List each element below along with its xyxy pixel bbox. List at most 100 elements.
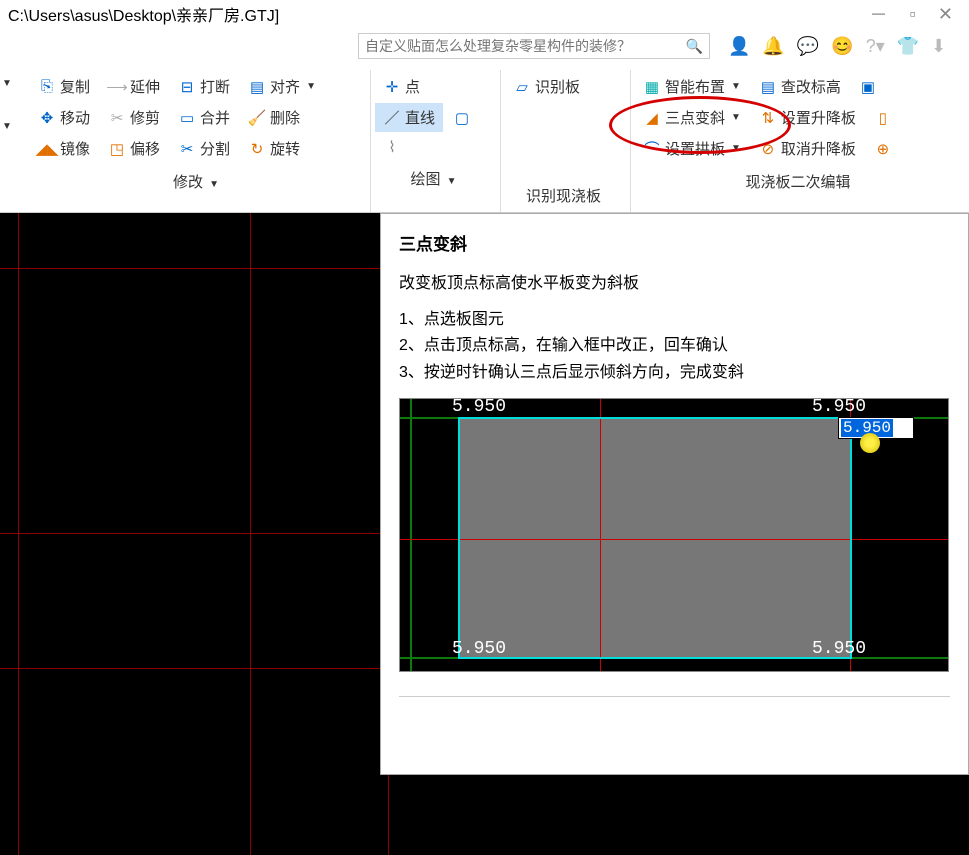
cancel-lift-button[interactable]: ⊘取消升降板 [751, 134, 864, 163]
extra-3-button[interactable]: ⊕ [866, 134, 900, 163]
elev-label-bl: 5.950 [452, 639, 506, 659]
three-point-button[interactable]: ◢三点变斜▼ [635, 103, 749, 132]
trim-icon: ✂ [108, 109, 126, 127]
align-caret-icon: ▼ [306, 81, 316, 92]
quick-access-row: 🔍 👤 🔔 💬 😊 ?▾ 👕 ⬇ [0, 28, 969, 64]
check-elev-icon: ▤ [759, 78, 777, 96]
split-button[interactable]: ✂分割 [170, 134, 238, 163]
cyan-outline [458, 417, 852, 659]
tooltip-desc: 改变板顶点标高使水平板变为斜板 [399, 269, 950, 293]
left-dropdown-column: ▼ ▼ [0, 70, 26, 212]
cancel-lift-icon: ⊘ [759, 140, 777, 158]
chat-icon[interactable]: 💬 [797, 36, 819, 57]
grid-line-v1 [18, 213, 19, 855]
ribbon-group-modify: ⎘复制 ⟶延伸 ⊟打断 ▤对齐▼ ✥移动 ✂修剪 ▭合并 🧹删除 ◢◣镜像 ◳偏… [26, 70, 371, 212]
point-button[interactable]: ✛点 [375, 72, 428, 101]
tooltip-step-1: 1、点选板图元 [399, 307, 950, 333]
align-icon: ▤ [248, 78, 266, 96]
trim-button[interactable]: ✂修剪 [100, 103, 168, 132]
extra-1-icon: ▣ [859, 78, 877, 96]
check-elev-button[interactable]: ▤查改标高 [751, 72, 849, 101]
rotate-button[interactable]: ↻旋转 [240, 134, 308, 163]
tooltip-title: 三点变斜 [399, 230, 950, 255]
elev-label-br: 5.950 [812, 639, 866, 659]
set-lift-button[interactable]: ⇅设置升降板 [751, 103, 864, 132]
slab-edit-group-label: 现浇板二次编辑 [635, 163, 961, 196]
mirror-button[interactable]: ◢◣镜像 [30, 134, 98, 163]
ribbon-group-slab-edit: ▦智能布置▼ ▤查改标高 ▣ ◢三点变斜▼ ⇅设置升降板 ▯ ⌒设置拱板▼ ⊘取… [631, 70, 969, 212]
move-icon: ✥ [38, 109, 56, 127]
cursor-indicator [860, 433, 880, 453]
offset-icon: ◳ [108, 140, 126, 158]
ribbon: ▼ ▼ ⎘复制 ⟶延伸 ⊟打断 ▤对齐▼ ✥移动 ✂修剪 ▭合并 🧹删除 ◢◣镜… [0, 64, 969, 213]
tooltip-step-2: 2、点击顶点标高，在输入框中改正，回车确认 [399, 333, 950, 359]
bell-icon[interactable]: 🔔 [762, 36, 784, 57]
set-arch-caret-icon: ▼ [731, 143, 741, 154]
smart-place-icon: ▦ [643, 78, 661, 96]
search-box[interactable]: 🔍 [358, 33, 710, 59]
minimize-icon[interactable]: － [870, 1, 888, 27]
rotate-icon: ↻ [248, 140, 266, 158]
ribbon-group-draw: ✛点 ／直线 ▢ ⌇ 绘图 ▼ [371, 70, 501, 212]
draw-group-label: 绘图 ▼ [375, 160, 492, 193]
break-button[interactable]: ⊟打断 [170, 72, 238, 101]
merge-button[interactable]: ▭合并 [170, 103, 238, 132]
grid-line-v2 [250, 213, 251, 855]
rect-icon: ▢ [453, 109, 471, 127]
offset-button[interactable]: ◳偏移 [100, 134, 168, 163]
restore-icon[interactable]: ▫ [910, 4, 916, 25]
elev-label-tl: 5.950 [452, 397, 506, 417]
copy-icon: ⎘ [38, 78, 56, 96]
search-input[interactable] [365, 38, 686, 54]
green-line-left [410, 399, 412, 671]
tooltip-separator [399, 696, 950, 697]
dropdown-2[interactable]: ▼ [2, 121, 26, 132]
tooltip-steps: 1、点选板图元 2、点击顶点标高，在输入框中改正，回车确认 3、按逆时针确认三点… [399, 307, 950, 386]
merge-icon: ▭ [178, 109, 196, 127]
set-arch-button[interactable]: ⌒设置拱板▼ [635, 134, 749, 163]
line-button[interactable]: ／直线 [375, 103, 443, 132]
skin-icon[interactable]: 👕 [897, 36, 919, 57]
polyline-button[interactable]: ⌇ [375, 134, 409, 160]
extend-button[interactable]: ⟶延伸 [100, 72, 168, 101]
search-icon[interactable]: 🔍 [686, 38, 703, 55]
recognize-icon: ▱ [513, 78, 531, 96]
title-bar: C:\Users\asus\Desktop\亲亲厂房.GTJ] － ▫ ✕ [0, 0, 969, 28]
face-icon[interactable]: 😊 [831, 36, 853, 57]
elev-label-tr: 5.950 [812, 397, 866, 417]
move-button[interactable]: ✥移动 [30, 103, 98, 132]
user-icon[interactable]: 👤 [728, 36, 750, 57]
three-point-caret-icon: ▼ [731, 112, 741, 123]
ribbon-group-recognize: ▱识别板 识别现浇板 [501, 70, 631, 212]
break-icon: ⊟ [178, 78, 196, 96]
delete-icon: 🧹 [248, 109, 266, 127]
smart-place-caret-icon: ▼ [731, 81, 741, 92]
three-point-icon: ◢ [643, 109, 661, 127]
modify-group-label: 修改 ▼ [30, 163, 362, 196]
close-icon[interactable]: ✕ [938, 4, 953, 25]
extra-2-icon: ▯ [874, 109, 892, 127]
recognize-group-label: 识别现浇板 [505, 177, 622, 210]
tooltip-step-3: 3、按逆时针确认三点后显示倾斜方向，完成变斜 [399, 360, 950, 386]
extra-1-button[interactable]: ▣ [851, 72, 885, 101]
point-icon: ✛ [383, 78, 401, 96]
mirror-icon: ◢◣ [38, 140, 56, 158]
window-controls: － ▫ ✕ [870, 1, 961, 27]
recognize-slab-button[interactable]: ▱识别板 [505, 72, 588, 101]
window-title: C:\Users\asus\Desktop\亲亲厂房.GTJ] [8, 2, 279, 26]
extra-2-button[interactable]: ▯ [866, 103, 900, 132]
align-button[interactable]: ▤对齐▼ [240, 72, 324, 101]
line-icon: ／ [383, 109, 401, 127]
copy-button[interactable]: ⎘复制 [30, 72, 98, 101]
help-icon[interactable]: ?▾ [866, 36, 885, 57]
dropdown-1[interactable]: ▼ [2, 78, 26, 89]
download-icon[interactable]: ⬇ [931, 36, 946, 57]
delete-button[interactable]: 🧹删除 [240, 103, 308, 132]
drawing-canvas[interactable]: 三点变斜 改变板顶点标高使水平板变为斜板 1、点选板图元 2、点击顶点标高，在输… [0, 213, 969, 855]
tooltip-panel: 三点变斜 改变板顶点标高使水平板变为斜板 1、点选板图元 2、点击顶点标高，在输… [380, 213, 969, 775]
set-lift-icon: ⇅ [759, 109, 777, 127]
smart-place-button[interactable]: ▦智能布置▼ [635, 72, 749, 101]
polyline-icon: ⌇ [383, 138, 401, 156]
set-arch-icon: ⌒ [643, 140, 661, 158]
rect-button[interactable]: ▢ [445, 103, 479, 132]
